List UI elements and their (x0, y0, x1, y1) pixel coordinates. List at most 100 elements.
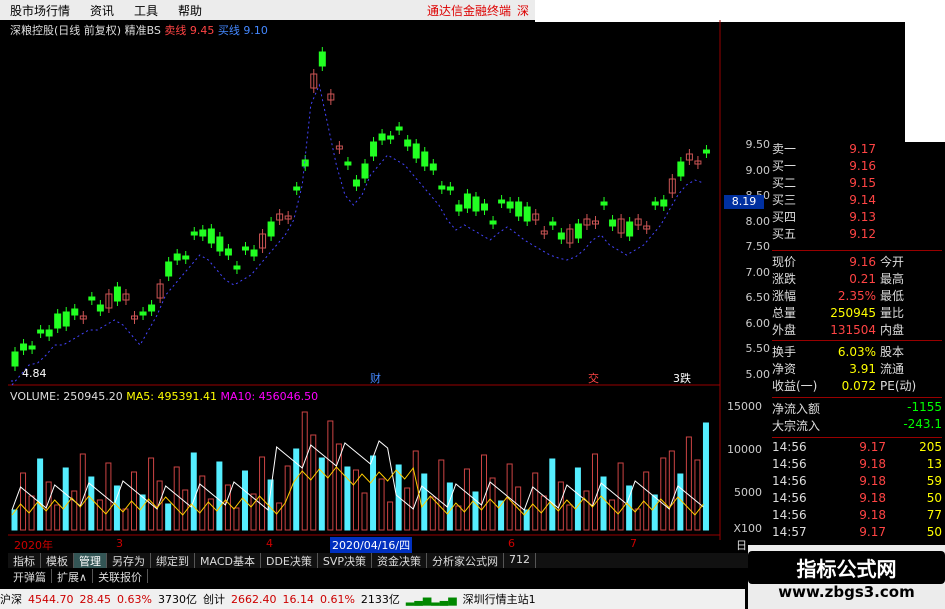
stat-row: 换手 6.03% 股本 (772, 343, 942, 360)
candle-body (651, 201, 659, 206)
tick-row: 14:56 9.18 13 (772, 457, 942, 474)
stat-row: 现价 9.16 今开 (772, 253, 942, 270)
tick-row: 14:57 9.17 50 (772, 525, 942, 542)
candle-body (515, 201, 523, 217)
watermark-url: www.zbgs3.com (778, 583, 915, 601)
bid-label: 买二 (772, 176, 797, 190)
tab-macd[interactable]: MACD基本 (195, 553, 261, 568)
volume-bar (378, 478, 385, 531)
flow-value: -243.1 (903, 417, 942, 431)
menu-news[interactable]: 资讯 (80, 2, 124, 19)
fund-flow: 净流入额 -1155 大宗流入 -243.1 (772, 400, 942, 434)
index-name[interactable]: 沪深 (0, 591, 22, 607)
tick-time: 14:56 (772, 457, 807, 471)
price-tick: 7.00 (745, 265, 771, 279)
tab-bind[interactable]: 绑定到 (151, 553, 195, 568)
x-label-selected[interactable]: 2020/04/16/四 (330, 537, 413, 553)
candle-body (318, 51, 326, 67)
volume-value: VOLUME: 250945.20 (10, 390, 123, 403)
quote-fundamentals: 换手 6.03% 股本 净资 3.91 流通 收益(一) 0.072 PE(动) (772, 343, 942, 394)
candle-body (88, 296, 96, 301)
stat-value: 131504 (830, 322, 876, 337)
tab-712[interactable]: 712 (504, 553, 537, 568)
index-name[interactable]: 创计 (203, 591, 225, 607)
server-name[interactable]: 深圳行情主站1 (463, 591, 536, 607)
tab-dde[interactable]: DDE决策 (261, 553, 318, 568)
candle-body (523, 206, 531, 222)
volume-bar (105, 462, 112, 531)
flow-label: 净流入额 (772, 402, 821, 416)
price-tick: 5.50 (745, 342, 771, 355)
stat-label: 换手 (772, 345, 797, 359)
volume-bar (472, 491, 479, 531)
bid-label: 买五 (772, 227, 797, 241)
index-amount: 2133亿 (360, 593, 400, 606)
stat-value: 250945 (830, 305, 876, 320)
price-tick: 8.00 (745, 214, 771, 228)
volume-bar (643, 471, 650, 531)
volume-bar (404, 487, 411, 531)
candle-body (395, 126, 403, 131)
promo-link[interactable]: 通达信金融终端 (427, 2, 517, 19)
tab-indicator[interactable]: 指标 (8, 553, 41, 568)
bid-row: 买二 9.15 (772, 174, 942, 191)
tab-template[interactable]: 模板 (41, 553, 74, 568)
chart-marker: 财 (370, 371, 381, 385)
watermark-title: 指标公式网 (748, 551, 945, 584)
menu-market[interactable]: 股市场行情 (0, 2, 80, 19)
tab-expand[interactable]: 扩展∧ (52, 569, 94, 584)
volume-bar (668, 450, 675, 531)
candle-body (224, 248, 232, 256)
candle-body (267, 221, 275, 237)
tab-manage[interactable]: 管理 (74, 553, 107, 568)
stat-value: 3.91 (849, 361, 876, 376)
blank-area-2 (905, 22, 945, 142)
tab-related-quote[interactable]: 关联报价 (93, 569, 149, 584)
tick-volume: 13 (926, 457, 942, 471)
x-label: 4 (266, 537, 273, 550)
candle-body (438, 185, 446, 190)
price-tick: 9.00 (745, 163, 771, 177)
tab-svp[interactable]: SVP决策 (318, 553, 373, 568)
x-label: 2020年 (14, 539, 53, 552)
candle-body (199, 229, 207, 237)
stat-label2: PE(动) (880, 379, 917, 393)
candle-body (574, 223, 582, 239)
stat-row: 涨跌 0.21 最高 (772, 270, 942, 287)
volume-bar (28, 495, 35, 531)
candle-body (626, 221, 634, 237)
volume-bar (335, 443, 342, 531)
stat-label: 收益(一) (772, 379, 818, 393)
candle-body (352, 179, 360, 187)
kline-chart[interactable]: 财 交 3跌 (8, 20, 743, 540)
mini-bars-icon: ▂▃▅▂▃▅ (405, 592, 457, 606)
sell-line-value: 9.45 (189, 24, 215, 37)
stat-row: 外盘 131504 内盘 (772, 321, 942, 338)
menu-help[interactable]: 帮助 (168, 2, 212, 19)
candle-body (702, 149, 710, 154)
stat-label: 涨跌 (772, 272, 797, 286)
stat-label2: 流通 (880, 362, 905, 376)
volume-bar (54, 504, 61, 531)
watermark: 指标公式网 www.zbgs3.com (748, 545, 945, 609)
tab-save-as[interactable]: 另存为 (107, 553, 151, 568)
tick-volume: 50 (926, 491, 942, 505)
tick-volume: 205 (919, 440, 942, 454)
volume-bar (660, 457, 667, 531)
volume-bar (37, 458, 44, 531)
volume-bar (173, 466, 180, 531)
index-amount: 3730亿 (157, 593, 197, 606)
promo-extra[interactable]: 深 (517, 2, 535, 19)
candle-body (609, 219, 617, 227)
stat-label2: 最低 (880, 289, 905, 303)
tab-fund[interactable]: 资金决策 (372, 553, 428, 568)
stat-value: 0.072 (841, 378, 876, 393)
sell-line-label: 卖线 (164, 24, 187, 37)
stat-label: 涨幅 (772, 289, 797, 303)
volume-bar (549, 458, 556, 531)
tab-popup[interactable]: 开弹篇 (8, 569, 52, 584)
tab-formula-site[interactable]: 分析家公式网 (427, 553, 505, 568)
tick-row: 14:56 9.17 205 (772, 440, 942, 457)
menu-tools[interactable]: 工具 (124, 2, 168, 19)
tick-time: 14:56 (772, 491, 807, 505)
